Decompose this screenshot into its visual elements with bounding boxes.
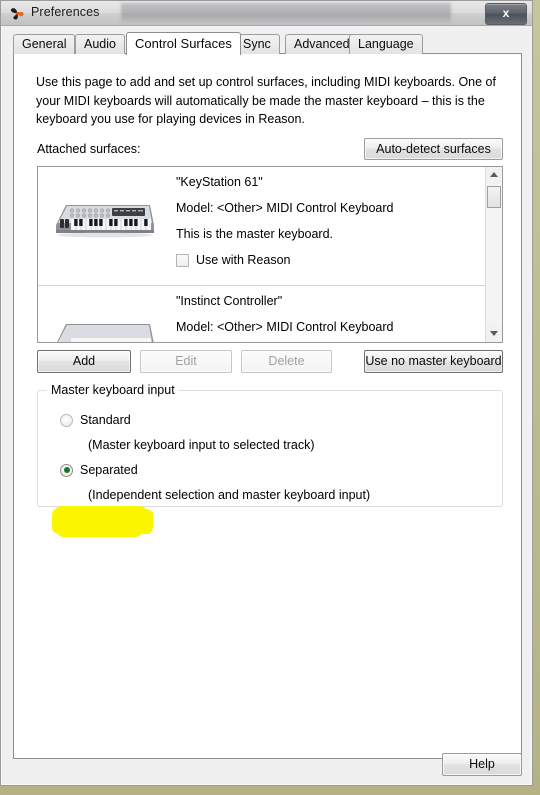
tab-audio[interactable]: Audio — [75, 34, 125, 54]
surface-details: "KeyStation 61" Model: <Other> MIDI Cont… — [176, 175, 494, 267]
scroll-up-icon[interactable] — [486, 167, 502, 184]
window-title-bar: Preferences x — [1, 1, 532, 26]
use-no-master-keyboard-button[interactable]: Use no master keyboard — [364, 350, 503, 373]
edit-button: Edit — [140, 350, 232, 373]
tab-advanced[interactable]: Advanced — [285, 34, 359, 54]
intro-text: Use this page to add and set up control … — [36, 75, 496, 126]
separated-description: (Independent selection and master keyboa… — [88, 488, 371, 502]
checkbox-icon[interactable] — [176, 253, 189, 267]
tab-general[interactable]: General — [13, 34, 76, 54]
preferences-window: Preferences x General Audio Control Surf… — [0, 0, 533, 786]
help-button[interactable]: Help — [442, 753, 522, 776]
tab-sync[interactable]: Sync — [234, 34, 280, 54]
yellow-highlight-annotation — [52, 506, 153, 537]
list-item[interactable]: "KeyStation 61" Model: <Other> MIDI Cont… — [38, 167, 502, 286]
surface-details: "Instinct Controller" Model: <Other> MID… — [176, 294, 494, 342]
add-button[interactable]: Add — [37, 350, 131, 373]
auto-detect-surfaces-button[interactable]: Auto-detect surfaces — [364, 138, 503, 160]
master-keyboard-input-group: Master keyboard input Standard (Master k… — [37, 383, 503, 537]
surface-name: "Instinct Controller" — [176, 294, 283, 308]
radio-separated[interactable]: Separated — [60, 463, 138, 477]
scrollbar-thumb[interactable] — [487, 186, 501, 208]
scroll-down-icon[interactable] — [486, 325, 502, 342]
surface-model: Model: <Other> MIDI Control Keyboard — [176, 201, 394, 215]
midi-keyboard-image — [50, 314, 158, 342]
attached-surfaces-list[interactable]: "KeyStation 61" Model: <Other> MIDI Cont… — [37, 166, 503, 343]
radio-standard-label: Standard — [80, 413, 131, 427]
standard-description: (Master keyboard input to selected track… — [88, 438, 315, 452]
window-title: Preferences — [31, 5, 100, 19]
tab-language[interactable]: Language — [349, 34, 423, 54]
attached-surfaces-label: Attached surfaces: — [37, 142, 141, 156]
surface-name: "KeyStation 61" — [176, 175, 263, 189]
close-icon[interactable]: x — [485, 3, 527, 25]
surface-note: This is the master keyboard. — [176, 227, 334, 241]
surface-model: Model: <Other> MIDI Control Keyboard — [176, 320, 394, 334]
list-item[interactable]: "Instinct Controller" Model: <Other> MID… — [38, 286, 502, 342]
midi-keyboard-image — [50, 195, 158, 241]
radio-separated-label: Separated — [80, 463, 138, 477]
use-with-reason-checkbox[interactable]: Use with Reason — [176, 253, 494, 267]
delete-button: Delete — [241, 350, 332, 373]
use-with-reason-label: Use with Reason — [196, 253, 291, 267]
radio-standard[interactable]: Standard — [60, 413, 131, 427]
list-scrollbar[interactable] — [485, 167, 502, 342]
radio-button-icon[interactable] — [60, 413, 73, 427]
propeller-logo-icon — [9, 5, 26, 22]
control-surfaces-panel: Use this page to add and set up control … — [13, 53, 522, 759]
master-keyboard-input-title: Master keyboard input — [47, 383, 179, 397]
tab-control-surfaces[interactable]: Control Surfaces — [126, 32, 241, 55]
radio-button-icon[interactable] — [60, 463, 73, 477]
